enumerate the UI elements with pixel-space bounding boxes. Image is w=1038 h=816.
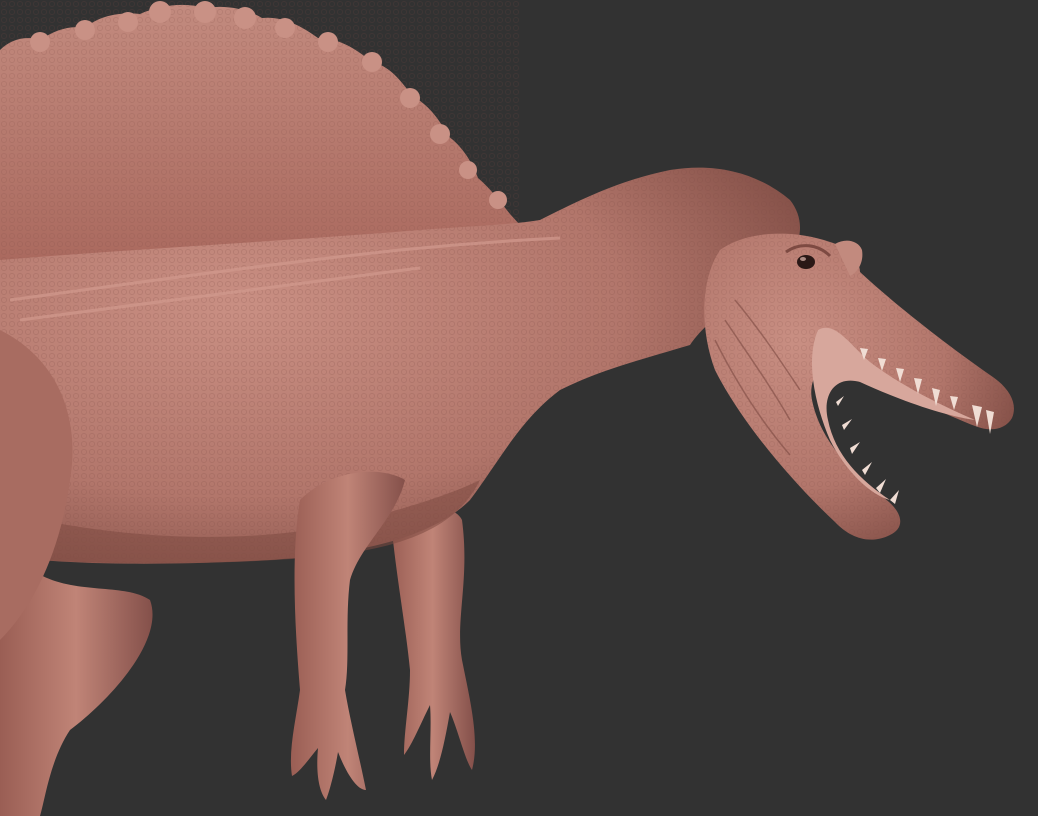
sculpt-render (0, 0, 1038, 816)
render-viewport (0, 0, 1038, 816)
eye-icon (797, 255, 815, 269)
